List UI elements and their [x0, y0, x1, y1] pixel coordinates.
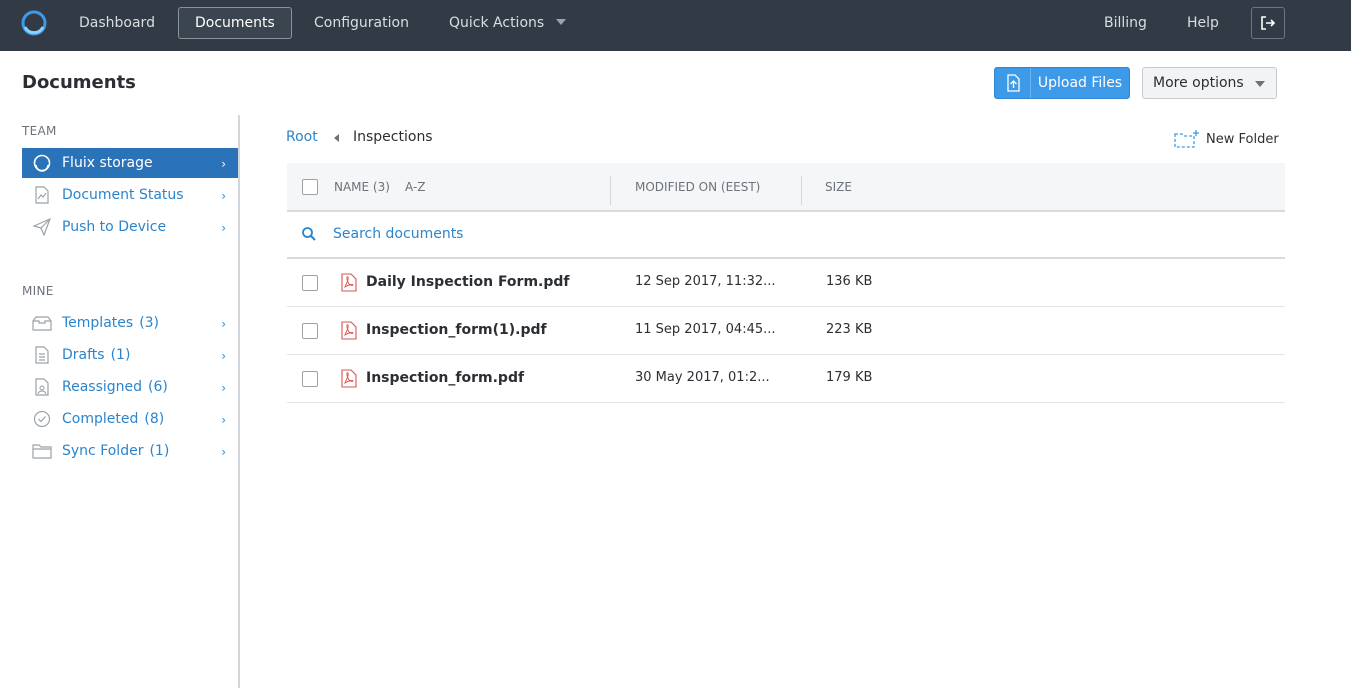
nav-billing[interactable]: Billing: [1088, 7, 1163, 39]
table-row[interactable]: Daily Inspection Form.pdf 12 Sep 2017, 1…: [287, 259, 1285, 307]
folder-icon: [22, 443, 62, 459]
column-size-header[interactable]: SIZE: [825, 180, 852, 194]
chevron-right-icon: ›: [221, 349, 226, 363]
mine-section-label: MINE: [22, 284, 54, 298]
chevron-right-icon: ›: [221, 189, 226, 203]
sidebar-item-document-status[interactable]: Document Status ›: [22, 180, 238, 210]
nav-documents[interactable]: Documents: [178, 7, 292, 39]
row-checkbox[interactable]: [302, 275, 318, 291]
select-all-checkbox[interactable]: [302, 179, 318, 195]
file-size: 136 KB: [826, 274, 873, 289]
column-separator[interactable]: [801, 176, 802, 205]
pdf-file-icon: [341, 369, 357, 388]
sidebar-item-label: Templates: [62, 315, 134, 331]
item-count: (6): [148, 379, 168, 395]
file-modified: 30 May 2017, 01:2...: [635, 370, 770, 385]
fluix-storage-icon: [22, 154, 62, 172]
nav-help[interactable]: Help: [1171, 7, 1235, 39]
file-size: 179 KB: [826, 370, 873, 385]
row-checkbox[interactable]: [302, 323, 318, 339]
file-name[interactable]: Inspection_form.pdf: [366, 370, 524, 386]
sidebar-item-sync-folder[interactable]: Sync Folder (1) ›: [22, 436, 238, 466]
sidebar-divider[interactable]: [238, 115, 240, 688]
sidebar-item-label: Sync Folder: [62, 443, 144, 459]
nav-quick-actions[interactable]: Quick Actions: [433, 7, 560, 39]
chevron-right-icon: ›: [221, 413, 226, 427]
sidebar-item-label: Fluix storage: [62, 155, 153, 171]
item-count: (1): [149, 443, 170, 459]
sidebar-item-label: Reassigned: [62, 379, 143, 395]
sidebar-item-label: Completed: [62, 411, 139, 427]
documents-table: NAME (3) A-Z MODIFIED ON (EEST) SIZE Sea…: [287, 163, 1285, 403]
sidebar-item-templates[interactable]: Templates (3) ›: [22, 308, 238, 338]
sidebar-item-drafts[interactable]: Drafts (1) ›: [22, 340, 238, 370]
reassign-document-icon: [22, 378, 62, 396]
top-navigation-bar: Dashboard Documents Configuration Quick …: [0, 0, 1351, 51]
fluix-logo-icon[interactable]: [21, 10, 47, 36]
file-name[interactable]: Daily Inspection Form.pdf: [366, 274, 570, 290]
chevron-down-icon[interactable]: [556, 19, 566, 25]
new-folder-button[interactable]: New Folder: [1174, 129, 1279, 149]
sidebar-item-fluix-storage[interactable]: Fluix storage ›: [22, 148, 238, 178]
search-input[interactable]: Search documents: [333, 226, 463, 242]
chevron-right-icon: ›: [221, 317, 226, 331]
file-size: 223 KB: [826, 322, 873, 337]
breadcrumb-root[interactable]: Root: [286, 129, 318, 145]
search-bar[interactable]: Search documents: [287, 212, 1285, 259]
more-options-button[interactable]: More options: [1142, 67, 1277, 99]
inbox-tray-icon: [22, 315, 62, 331]
item-count: (3): [139, 315, 160, 331]
pdf-file-icon: [341, 273, 357, 292]
row-checkbox[interactable]: [302, 371, 318, 387]
column-modified-header[interactable]: MODIFIED ON (EEST): [635, 180, 760, 194]
breadcrumb-current: Inspections: [353, 129, 433, 145]
item-count: (8): [144, 411, 165, 427]
sort-az-toggle[interactable]: A-Z: [405, 180, 426, 194]
chevron-right-icon: ›: [221, 221, 226, 235]
chevron-down-icon: [1255, 81, 1265, 87]
breadcrumb-separator-icon: [334, 134, 339, 142]
upload-icon: [995, 68, 1031, 98]
sidebar-item-push-to-device[interactable]: Push to Device ›: [22, 212, 238, 242]
new-folder-label: New Folder: [1206, 131, 1279, 147]
column-separator[interactable]: [610, 176, 611, 205]
paper-plane-icon: [22, 218, 62, 236]
nav-configuration[interactable]: Configuration: [298, 7, 425, 39]
file-name[interactable]: Inspection_form(1).pdf: [366, 322, 547, 338]
more-options-label: More options: [1153, 75, 1244, 91]
sidebar-item-label: Push to Device: [62, 219, 167, 235]
document-icon: [22, 346, 62, 364]
table-header: NAME (3) A-Z MODIFIED ON (EEST) SIZE: [287, 163, 1285, 212]
page-title: Documents: [22, 72, 136, 93]
nav-dashboard[interactable]: Dashboard: [63, 7, 171, 39]
document-status-icon: [22, 186, 62, 204]
upload-files-label: Upload Files: [1037, 75, 1123, 91]
chevron-right-icon: ›: [221, 157, 226, 171]
logout-icon: [1261, 16, 1276, 30]
table-row[interactable]: Inspection_form(1).pdf 11 Sep 2017, 04:4…: [287, 307, 1285, 355]
chevron-right-icon: ›: [221, 445, 226, 459]
file-modified: 11 Sep 2017, 04:45...: [635, 322, 776, 337]
search-icon: [302, 227, 316, 241]
item-count: (1): [110, 347, 131, 363]
team-section-label: TEAM: [22, 124, 57, 138]
upload-files-button[interactable]: Upload Files: [994, 67, 1130, 99]
chevron-right-icon: ›: [221, 381, 226, 395]
pdf-file-icon: [341, 321, 357, 340]
sidebar-item-reassigned[interactable]: Reassigned (6) ›: [22, 372, 238, 402]
file-modified: 12 Sep 2017, 11:32...: [635, 274, 776, 289]
sidebar-item-completed[interactable]: Completed (8) ›: [22, 404, 238, 434]
logout-button[interactable]: [1251, 7, 1285, 39]
sidebar-item-label: Document Status: [62, 187, 184, 203]
new-folder-icon: [1174, 130, 1199, 148]
check-circle-icon: [22, 410, 62, 428]
table-row[interactable]: Inspection_form.pdf 30 May 2017, 01:2...…: [287, 355, 1285, 403]
sidebar-item-label: Drafts: [62, 347, 105, 363]
column-name-header[interactable]: NAME (3): [334, 180, 390, 194]
